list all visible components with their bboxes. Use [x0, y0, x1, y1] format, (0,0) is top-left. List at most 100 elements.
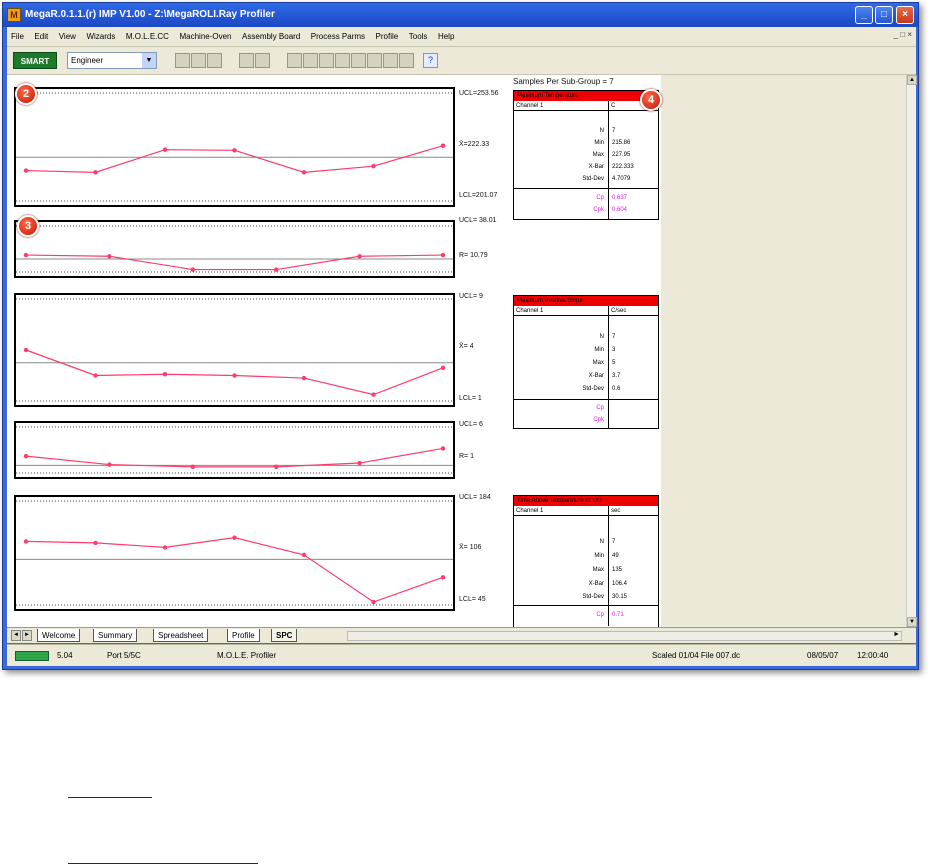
chart-3-point-3 — [162, 372, 168, 377]
tab-spreadsheet[interactable]: Spreadsheet — [153, 629, 209, 642]
stats-table-2: Maximum Positive Slope Channel 1 C/sec N… — [513, 295, 659, 429]
stats-2-xbar: X-Bar 3.7 — [588, 373, 621, 379]
menu-process-parms[interactable]: Process Parms — [307, 27, 369, 47]
chart-5-point-6 — [371, 599, 376, 605]
tool-icon-h[interactable] — [367, 53, 382, 68]
chart-2-point-6 — [440, 252, 446, 258]
tool-icon-c[interactable] — [287, 53, 302, 68]
tool-icon-i[interactable] — [383, 53, 398, 68]
stats-3-cp-block: Cp 0.71 — [514, 606, 658, 626]
chart-1-point-5 — [301, 170, 307, 175]
minimize-button[interactable]: _ — [855, 6, 873, 24]
chart-1-svg — [16, 92, 453, 202]
open-icon[interactable] — [175, 53, 190, 68]
stats-2-channel: Channel 1 — [516, 308, 544, 314]
chart-2-mean-label: R= 10.79 — [459, 252, 488, 259]
title-bar[interactable]: M MegaR.0.1.1.(r) IMP V1.00 - Z:\MegaROL… — [3, 3, 918, 27]
menu-mole[interactable]: M.O.L.E.CC — [122, 27, 173, 47]
chart-1-point-3 — [162, 147, 168, 152]
chart-5-point-4 — [232, 535, 237, 540]
stats-2-body: N7 Min 3 Max 5 X-Bar 3.7 Std-Dev 0.6 — [514, 316, 658, 400]
stats-3-xbar: X-Bar 106.4 — [588, 581, 628, 587]
user-level-select[interactable]: Engineer ▼ — [67, 52, 157, 69]
chart-1-point-1 — [23, 168, 29, 173]
menu-file[interactable]: File — [7, 27, 28, 47]
tab-next-icon[interactable]: ► — [22, 630, 32, 641]
scroll-right-icon[interactable]: ► — [893, 631, 900, 638]
menu-profile[interactable]: Profile — [372, 27, 403, 47]
status-progress-value: 5.04 — [57, 651, 73, 660]
tool-icon-j[interactable] — [399, 53, 414, 68]
tab-prev-icon[interactable]: ◄ — [11, 630, 21, 641]
help-icon[interactable]: ? — [423, 53, 438, 68]
chart-3-point-4 — [232, 373, 237, 378]
chart-2-point-3 — [190, 267, 195, 272]
tab-summary[interactable]: Summary — [93, 629, 138, 642]
stats-table-1: Maximum Temperature Channel 1 C N7 Min 21… — [513, 90, 659, 220]
print-icon[interactable] — [207, 53, 222, 68]
stats-3-stddev: Std-Dev 30.15 — [582, 594, 628, 600]
chart-1-point-7 — [440, 143, 446, 148]
chart-2-point-5 — [357, 254, 362, 259]
stats-1-cpk: Cpk 0.604 — [593, 207, 628, 213]
tool-icon-a[interactable] — [239, 53, 254, 68]
tool-icon-e[interactable] — [319, 53, 334, 68]
menu-edit[interactable]: Edit — [30, 27, 52, 47]
chart-5-series-line — [25, 537, 444, 603]
samples-label: Samples Per Sub-Group = 7 — [513, 77, 614, 86]
spc-chart-5 — [14, 495, 455, 611]
stats-1-xbar: X-Bar 222.333 — [588, 164, 634, 170]
menu-machine-oven[interactable]: Machine-Oven — [175, 27, 235, 47]
window-title: MegaR.0.1.1.(r) IMP V1.00 - Z:\MegaROLI.… — [25, 9, 275, 20]
spc-view: UCL=253.56 X̄=222.33 LCL=201.07 UCL= 38.… — [7, 75, 906, 627]
tab-welcome[interactable]: Welcome — [37, 629, 81, 642]
tool-icon-f[interactable] — [335, 53, 350, 68]
menu-help[interactable]: Help — [434, 27, 458, 47]
chart-2-point-1 — [23, 252, 29, 258]
chevron-down-icon[interactable]: ▼ — [142, 53, 156, 68]
status-date: 08/05/07 — [807, 651, 839, 660]
callout-badge-3: 3 — [17, 215, 39, 237]
stats-3-min: Min 49 — [594, 553, 619, 559]
underline-link-1[interactable] — [68, 796, 152, 798]
chart-4-point-5 — [357, 460, 362, 466]
chart-4-series-line — [25, 447, 444, 468]
toolbar: SMART Engineer ▼ ? — [7, 47, 916, 75]
stats-1-channel-row: Channel 1 C — [514, 101, 658, 111]
chart-2-point-2 — [107, 254, 112, 259]
save-icon[interactable] — [191, 53, 206, 68]
tab-profile[interactable]: Profile — [227, 629, 260, 642]
horizontal-scrollbar[interactable]: ► — [347, 631, 902, 641]
chart-1-ucl-label: UCL=253.56 — [459, 90, 499, 97]
chart-5-svg — [16, 500, 453, 606]
tool-icon-d[interactable] — [303, 53, 318, 68]
menu-assembly-board[interactable]: Assembly Board — [238, 27, 304, 47]
maximize-button[interactable]: □ — [875, 6, 893, 24]
menu-tools[interactable]: Tools — [405, 27, 432, 47]
chart-5-lcl-label: LCL= 45 — [459, 596, 486, 603]
chart-1-lcl-label: LCL=201.07 — [459, 192, 498, 199]
stats-2-cp: Cp — [596, 405, 604, 411]
stats-3-body: N7 Min 49 Max 135 X-Bar 106.4 Std-Dev 30.15 — [514, 516, 658, 606]
stats-1-header: Maximum Temperature — [514, 91, 658, 101]
tab-spc[interactable]: SPC — [271, 629, 298, 642]
menu-wizards[interactable]: Wizards — [82, 27, 119, 47]
tool-icon-g[interactable] — [351, 53, 366, 68]
chart-2-series-line — [25, 254, 444, 271]
stats-3-header: Time Above Temperature of 183 — [514, 496, 658, 506]
close-button[interactable]: × — [896, 6, 914, 24]
menu-view[interactable]: View — [55, 27, 80, 47]
underline-link-2[interactable] — [68, 862, 258, 864]
stats-2-max: Max 5 — [592, 360, 616, 366]
stats-1-channel: Channel 1 — [516, 103, 544, 109]
tool-icon-b[interactable] — [255, 53, 270, 68]
status-mode: M.O.L.E. Profiler — [217, 651, 277, 660]
mdi-controls[interactable]: _ □ × — [894, 30, 912, 39]
scroll-down-icon[interactable]: ▼ — [907, 617, 917, 627]
scroll-up-icon[interactable]: ▲ — [907, 75, 917, 85]
status-file: Scaled 01/04 File 007.dc — [652, 651, 741, 660]
stats-1-cp: Cp 0.637 — [596, 195, 628, 201]
chart-4-point-2 — [107, 462, 112, 467]
vertical-scrollbar[interactable]: ▲ ▼ — [906, 75, 917, 627]
chart-4-point-1 — [23, 453, 29, 459]
